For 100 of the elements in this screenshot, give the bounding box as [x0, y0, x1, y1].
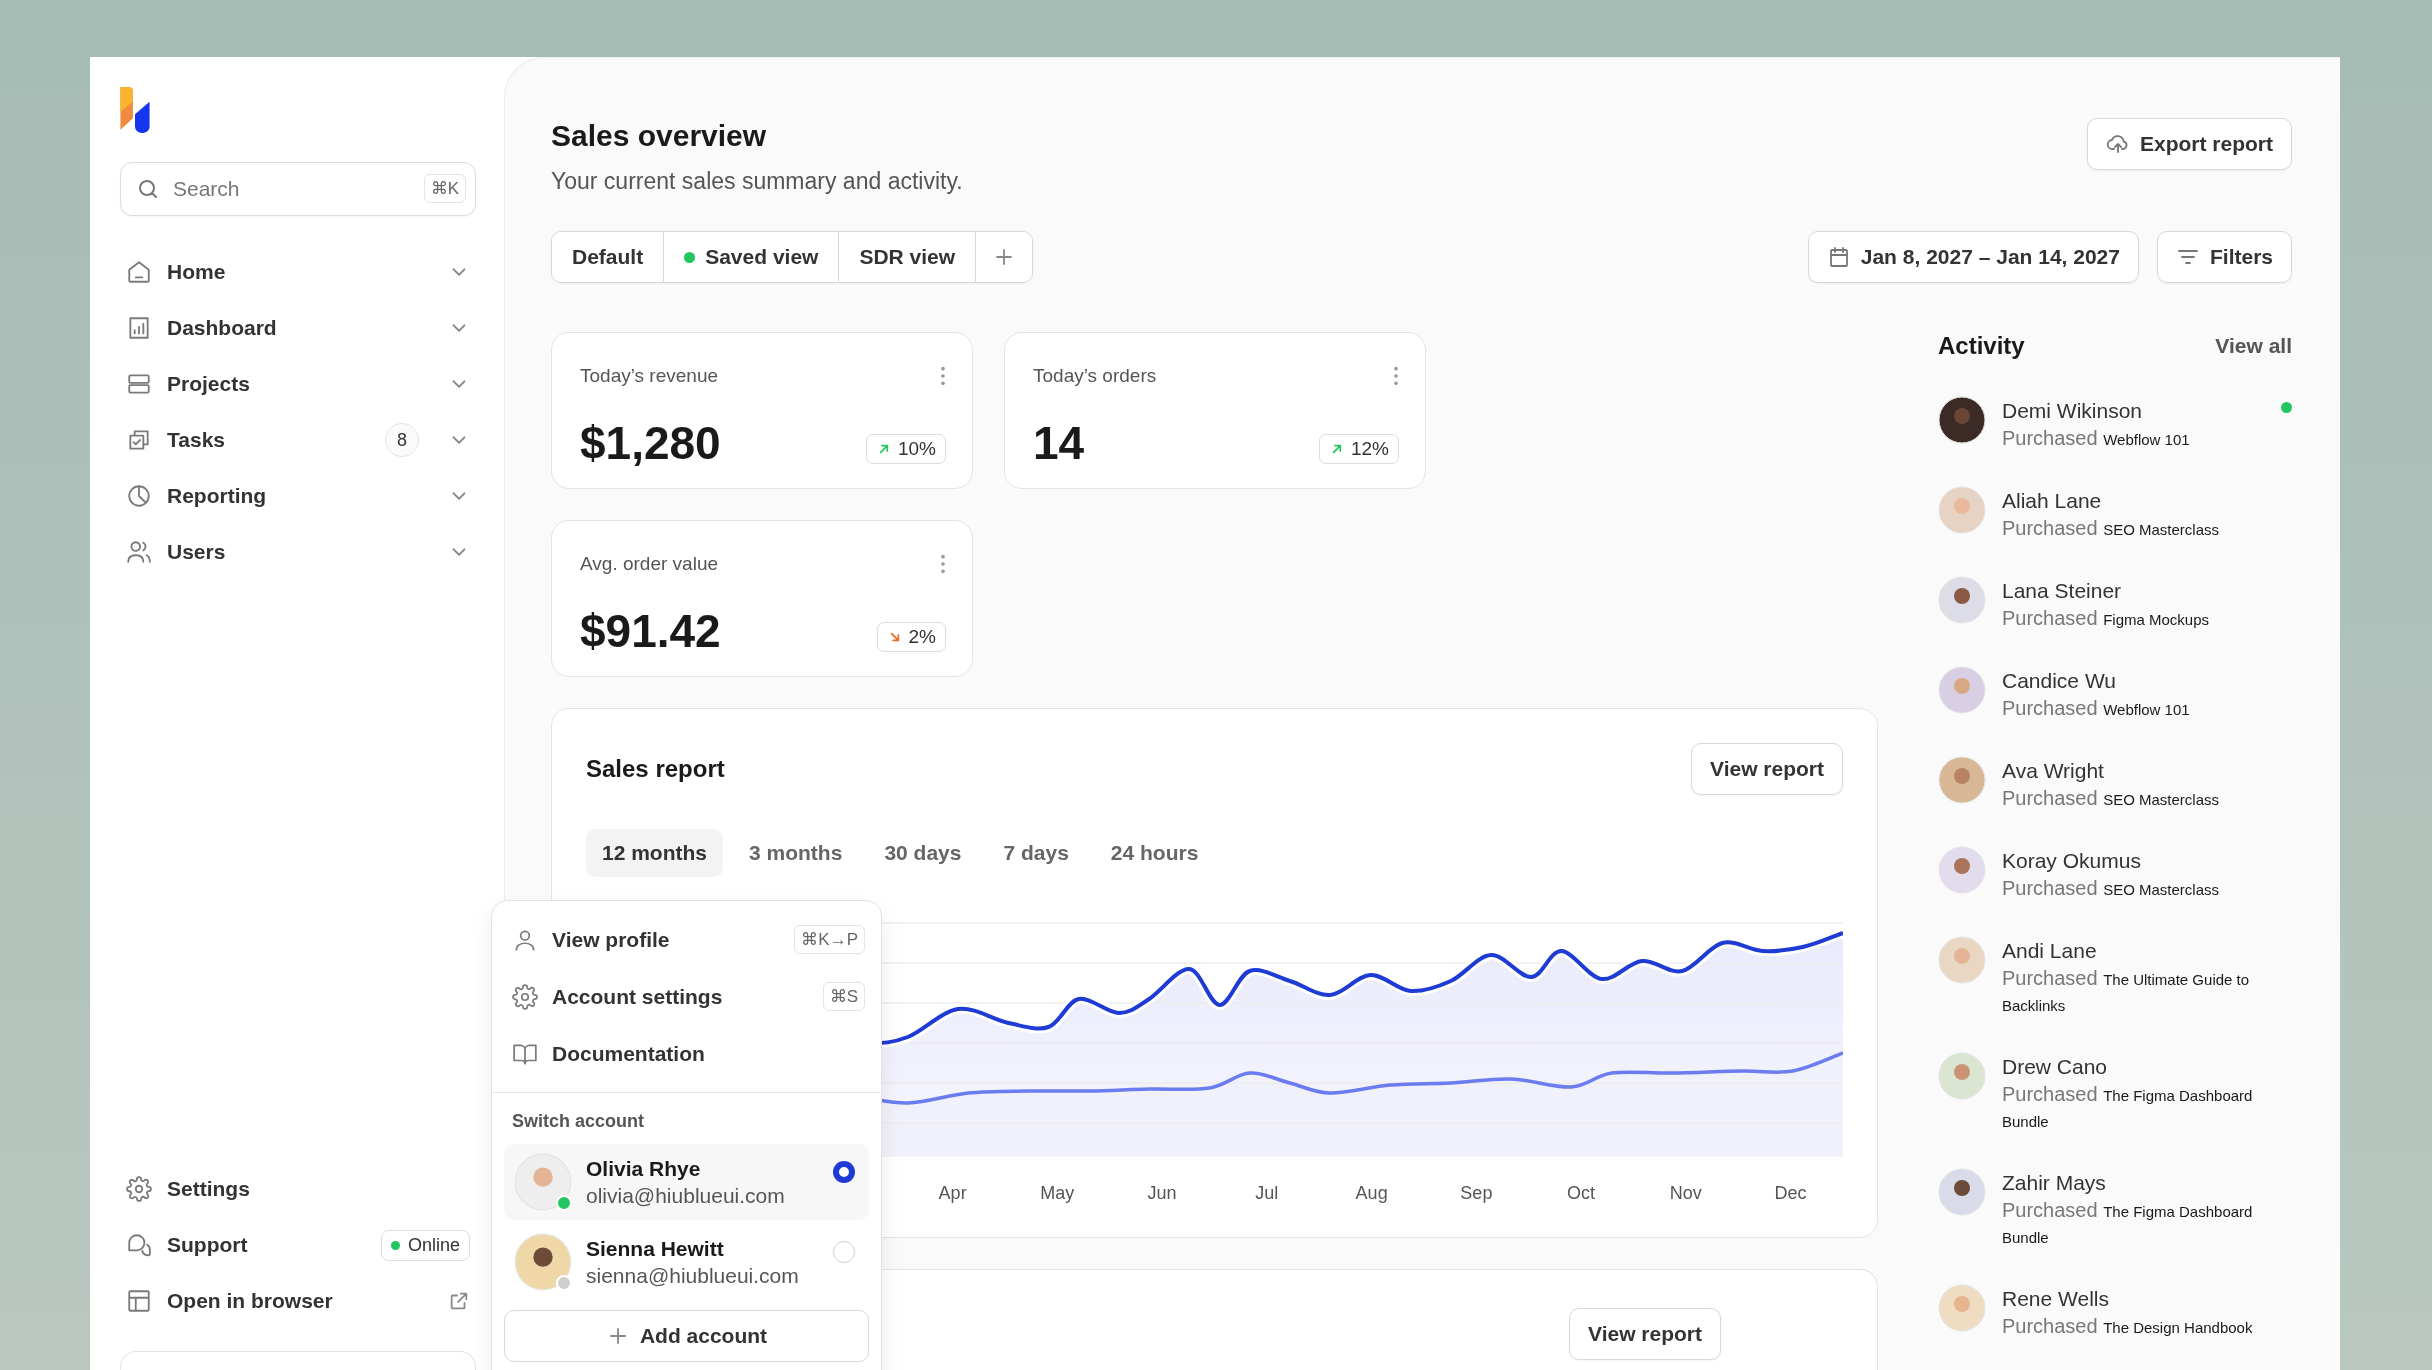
avatar-icon [1938, 576, 1986, 624]
month-label: May [1039, 1183, 1076, 1204]
export-button[interactable]: Export report [2087, 118, 2292, 170]
customer-name: Drew Cano [2002, 1054, 2109, 1080]
metric-label: Today’s revenue [580, 365, 719, 387]
nav-item[interactable]: Settings [120, 1161, 476, 1217]
purchase-text: Purchased The Design Handbook [2002, 1314, 2254, 1339]
purchase-text: Purchased Figma Mockups [2002, 606, 2211, 631]
month-label: Jun [1146, 1183, 1178, 1204]
view-report-button[interactable]: View report [1569, 1308, 1721, 1360]
account-option[interactable]: Sienna Hewitt sienna@hiublueui.com [504, 1224, 869, 1300]
more-options-icon[interactable] [940, 553, 946, 575]
more-options-icon[interactable] [940, 365, 946, 387]
view-report-button[interactable]: View report [1691, 743, 1843, 795]
nav-item[interactable]: Users [120, 524, 476, 580]
filters-button[interactable]: Filters [2156, 231, 2292, 283]
status-badge: Online [380, 1229, 470, 1261]
metric-value: $1,280 [580, 418, 721, 468]
nav-item[interactable]: Dashboard [120, 300, 476, 356]
customer-name: Lana Steiner [2002, 578, 2123, 604]
avatar-icon [514, 1153, 572, 1211]
customer-name: Rene Wells [2002, 1286, 2110, 1312]
section-label: Switch account [511, 1110, 646, 1133]
customer-name: Candice Wu [2002, 668, 2117, 694]
month-label: Sep [1459, 1183, 1494, 1204]
avatar-icon [1938, 936, 1986, 984]
page-subtitle: Your current sales summary and activity. [551, 168, 963, 195]
metric-value: 14 [1033, 418, 1085, 468]
purchase-text: Purchased Webflow 101 [2002, 696, 2191, 721]
purchase-text: Purchased SEO Masterclass [2002, 786, 2221, 811]
nav-item[interactable]: Open in browser [120, 1273, 476, 1329]
more-options-icon[interactable] [1393, 365, 1399, 387]
home-icon [126, 259, 152, 285]
chat-bubbles-icon [126, 1232, 152, 1258]
menu-item[interactable]: Documentation [504, 1025, 869, 1082]
purchase-text: Purchased The Figma Dashboard Bundle [2002, 1082, 2254, 1132]
purchase-text: Purchased Webflow 101 [2002, 426, 2191, 451]
layout-icon [126, 1288, 152, 1314]
menu-item[interactable]: View profile ⌘K→P [504, 911, 869, 968]
view-all-link[interactable]: View all [2215, 334, 2292, 358]
purchase-text: Purchased SEO Masterclass [2002, 876, 2221, 901]
customer-name: Aliah Lane [2002, 488, 2103, 514]
purchase-text: Purchased SEO Masterclass [2002, 516, 2221, 541]
avatar-icon [1938, 486, 1986, 534]
avatar-icon [1938, 666, 1986, 714]
metric-label: Today’s orders [1033, 365, 1157, 387]
logo-icon [118, 85, 152, 135]
avatar-icon [1938, 396, 1986, 444]
nav-item[interactable]: Home [120, 244, 476, 300]
radio-button[interactable] [833, 1161, 855, 1183]
avatar-icon [1938, 1052, 1986, 1100]
shortcut-hint: ⌘S [822, 982, 865, 1011]
external-link-icon [448, 1290, 470, 1312]
account-option[interactable]: Olivia Rhye olivia@hiublueui.com [504, 1144, 869, 1220]
trend-badge: 10% [865, 434, 946, 464]
month-label: Dec [1773, 1183, 1808, 1204]
report-title: Sales report [586, 755, 725, 783]
view-tab[interactable]: Default [552, 232, 665, 282]
avatar-icon [1938, 1168, 1986, 1216]
metric-value: $91.42 [580, 606, 721, 656]
purchase-text: Purchased The Figma Dashboard Bundle [2002, 1198, 2254, 1248]
view-tab[interactable]: SDR view [839, 232, 977, 282]
nav-item[interactable]: Support Online [120, 1217, 476, 1273]
date-range-button[interactable]: Jan 8, 2027 – Jan 14, 2027 [1807, 231, 2139, 283]
period-tab[interactable]: 24 hours [1094, 829, 1215, 877]
customer-name: Koray Okumus [2002, 848, 2142, 874]
tasks-icon [126, 427, 152, 453]
customer-name: Demi Wikinson [2002, 398, 2144, 424]
period-tab[interactable]: 7 days [987, 829, 1085, 877]
shortcut-hint: ⌘K [423, 174, 466, 203]
month-label: Oct [1566, 1183, 1597, 1204]
customer-name: Zahir Mays [2002, 1170, 2107, 1196]
period-tab[interactable]: 30 days [868, 829, 978, 877]
menu-item[interactable]: Account settings ⌘S [504, 968, 869, 1025]
metric-label: Avg. order value [580, 553, 718, 575]
avatar-icon [1938, 1284, 1986, 1332]
trend-badge: 2% [876, 622, 946, 652]
count-badge: 8 [385, 423, 419, 457]
users-icon [126, 539, 152, 565]
settings-icon [512, 983, 538, 1010]
nav-item[interactable]: Tasks 8 [120, 412, 476, 468]
avatar-icon [514, 1233, 572, 1291]
period-tab[interactable]: 3 months [733, 829, 859, 877]
view-tab[interactable]: Saved view [664, 232, 840, 282]
purchase-text: Purchased The Ultimate Guide to Backlinks [2002, 966, 2251, 1016]
month-label: Nov [1668, 1183, 1703, 1204]
trend-badge: 12% [1318, 434, 1399, 464]
customer-name: Andi Lane [2002, 938, 2098, 964]
month-label: Jul [1254, 1183, 1280, 1204]
search-icon [136, 177, 160, 201]
shortcut-hint: ⌘K→P [794, 925, 865, 954]
add-view-button[interactable] [976, 232, 1033, 282]
nav-item[interactable]: Reporting [120, 468, 476, 524]
stack-icon [126, 371, 152, 397]
page-title: Sales overview [551, 118, 768, 154]
cloud-upload-icon [2106, 132, 2130, 156]
add-account-button[interactable]: Add account [504, 1310, 869, 1362]
nav-item[interactable]: Projects [120, 356, 476, 412]
period-tab[interactable]: 12 months [586, 829, 724, 877]
avatar-icon [1938, 846, 1986, 894]
